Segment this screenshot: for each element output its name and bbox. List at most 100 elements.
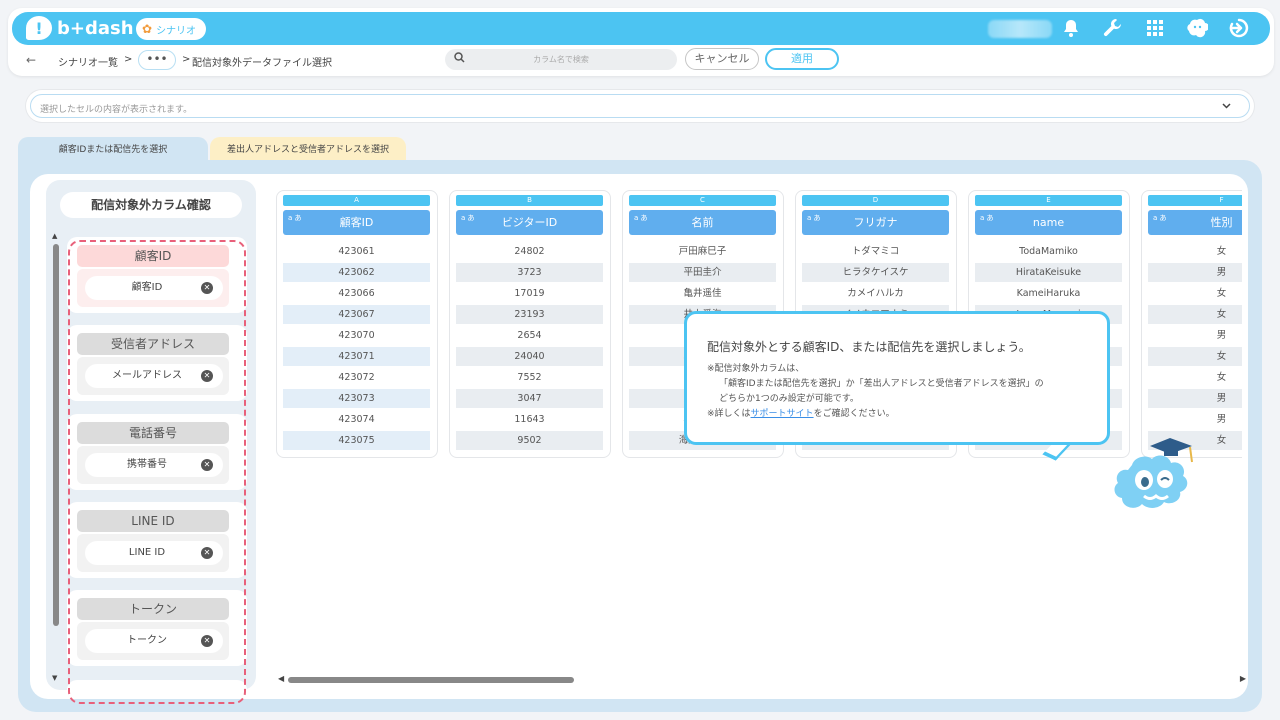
table-column[interactable]: Ba あ ビジターID 24802 3723 17019 23193 2654 24040 75… [449, 190, 611, 458]
back-arrow-icon[interactable]: ← [26, 53, 36, 67]
table-cell[interactable]: 平田圭介 [629, 263, 776, 282]
table-cell[interactable]: トダマミコ [802, 242, 949, 261]
table-cell[interactable]: 2654 [456, 326, 603, 345]
remove-chip-icon[interactable]: ✕ [201, 370, 213, 382]
table-cell[interactable]: 男 [1148, 263, 1242, 282]
remove-chip-icon[interactable]: ✕ [201, 282, 213, 294]
table-cell[interactable]: 女 [1148, 347, 1242, 366]
vertical-scrollbar[interactable]: ▲ ▼ [52, 232, 60, 682]
table-cell[interactable]: 24802 [456, 242, 603, 261]
table-cell[interactable]: 男 [1148, 389, 1242, 408]
table-cell[interactable]: 7552 [456, 368, 603, 387]
table-cell[interactable]: 423075 [283, 431, 430, 450]
column-chip[interactable]: メールアドレス ✕ [85, 364, 223, 388]
table-cell[interactable]: カメイハルカ [802, 284, 949, 303]
table-cell[interactable]: 423067 [283, 305, 430, 324]
chip-label: 顧客ID [131, 282, 163, 293]
card-dropzone[interactable]: 顧客ID ✕ [77, 269, 229, 307]
exclusion-card-more [67, 680, 247, 690]
column-header[interactable]: a あ 性別 [1148, 210, 1242, 235]
table-cell[interactable]: 24040 [456, 347, 603, 366]
table-cell[interactable]: 3047 [456, 389, 603, 408]
card-header: LINE ID [77, 510, 229, 532]
table-cell[interactable]: 423066 [283, 284, 430, 303]
table-cell[interactable]: 423072 [283, 368, 430, 387]
column-header[interactable]: a あ フリガナ [802, 210, 949, 235]
support-site-link[interactable]: サポートサイト [751, 409, 814, 419]
table-cell[interactable]: 女 [1148, 242, 1242, 261]
user-name-blurred[interactable] [988, 20, 1052, 38]
remove-chip-icon[interactable]: ✕ [201, 459, 213, 471]
grid-icon[interactable] [1144, 17, 1166, 39]
scenario-button[interactable]: ✿ シナリオ [136, 18, 207, 40]
table-cell[interactable]: 423073 [283, 389, 430, 408]
column-header-label: ビジターID [501, 216, 558, 229]
column-chip[interactable]: LINE ID ✕ [85, 541, 223, 565]
table-cell[interactable]: 11643 [456, 410, 603, 429]
column-header[interactable]: a あ name [975, 210, 1122, 235]
table-cell[interactable]: KameiHaruka [975, 284, 1122, 303]
card-header: 受信者アドレス [77, 333, 229, 355]
table-cell[interactable]: 23193 [456, 305, 603, 324]
chevron-down-icon[interactable] [1222, 102, 1231, 112]
scenario-label: シナリオ [156, 25, 197, 37]
scroll-thumb[interactable] [53, 244, 59, 626]
scroll-up-icon[interactable]: ▲ [52, 232, 57, 240]
apply-button[interactable]: 適用 [765, 48, 839, 70]
table-cell[interactable]: 17019 [456, 284, 603, 303]
scroll-left-icon[interactable]: ◀ [278, 674, 284, 683]
horizontal-scroll-thumb[interactable] [288, 677, 574, 683]
table-cell[interactable]: 423070 [283, 326, 430, 345]
remove-chip-icon[interactable]: ✕ [201, 547, 213, 559]
table-cell[interactable]: 9502 [456, 431, 603, 450]
table-cell[interactable]: 423071 [283, 347, 430, 366]
table-cell[interactable]: 戸田麻巳子 [629, 242, 776, 261]
cell-content-display[interactable]: 選択したセルの内容が表示されます。 [26, 90, 1254, 122]
table-cell[interactable]: 女 [1148, 305, 1242, 324]
table-cell[interactable]: HirataKeisuke [975, 263, 1122, 282]
chip-label: メールアドレス [112, 370, 182, 381]
table-cell[interactable]: 423074 [283, 410, 430, 429]
breadcrumb-separator: > [124, 54, 133, 65]
help-note-text: ※詳しくは [707, 409, 751, 419]
column-header[interactable]: a あ 顧客ID [283, 210, 430, 235]
table-cell[interactable]: TodaMamiko [975, 242, 1122, 261]
table-cell[interactable]: ヒラタケイスケ [802, 263, 949, 282]
horizontal-scrollbar[interactable]: ◀ ▶ [278, 674, 1246, 686]
table-cell[interactable]: 3723 [456, 263, 603, 282]
scroll-down-icon[interactable]: ▼ [52, 674, 57, 682]
column-header-label: 名前 [691, 216, 714, 229]
column-chip[interactable]: トークン ✕ [85, 629, 223, 653]
chip-label: 携帯番号 [127, 459, 167, 470]
bell-icon[interactable] [1060, 17, 1082, 39]
breadcrumb-ellipsis-button[interactable]: ••• [138, 50, 176, 70]
column-header[interactable]: a あ 名前 [629, 210, 776, 235]
table-cell[interactable]: 女 [1148, 284, 1242, 303]
column-search-input[interactable]: カラム名で検索 [445, 49, 677, 70]
table-cell[interactable]: 423062 [283, 263, 430, 282]
card-dropzone[interactable]: 携帯番号 ✕ [77, 446, 229, 484]
table-cell[interactable]: 男 [1148, 410, 1242, 429]
table-column[interactable]: Fa あ性別女男女女男女女男男女 [1141, 190, 1242, 458]
card-dropzone[interactable]: LINE ID ✕ [77, 534, 229, 572]
table-cell[interactable]: 423061 [283, 242, 430, 261]
remove-chip-icon[interactable]: ✕ [201, 635, 213, 647]
cell-content-placeholder: 選択したセルの内容が表示されます。 [40, 105, 193, 115]
mascot-illustration [1102, 430, 1202, 522]
app-logo[interactable]: ! b+dash [26, 16, 134, 40]
mascot-icon[interactable] [1186, 17, 1208, 39]
column-chip[interactable]: 顧客ID ✕ [85, 276, 223, 300]
wrench-icon[interactable] [1102, 17, 1124, 39]
cancel-button[interactable]: キャンセル [685, 48, 759, 70]
table-cell[interactable]: 亀井遥佳 [629, 284, 776, 303]
column-header[interactable]: a あ ビジターID [456, 210, 603, 235]
scroll-right-icon[interactable]: ▶ [1240, 674, 1246, 683]
logout-icon[interactable] [1228, 17, 1250, 39]
breadcrumb-scenario-list[interactable]: シナリオ一覧 [58, 54, 118, 69]
column-chip[interactable]: 携帯番号 ✕ [85, 453, 223, 477]
card-dropzone[interactable]: トークン ✕ [77, 622, 229, 660]
table-cell[interactable]: 女 [1148, 368, 1242, 387]
card-dropzone[interactable]: メールアドレス ✕ [77, 357, 229, 395]
table-cell[interactable]: 男 [1148, 326, 1242, 345]
table-column[interactable]: Aa あ 顧客ID 423061 423062 423066 423067 423070 42… [276, 190, 438, 458]
